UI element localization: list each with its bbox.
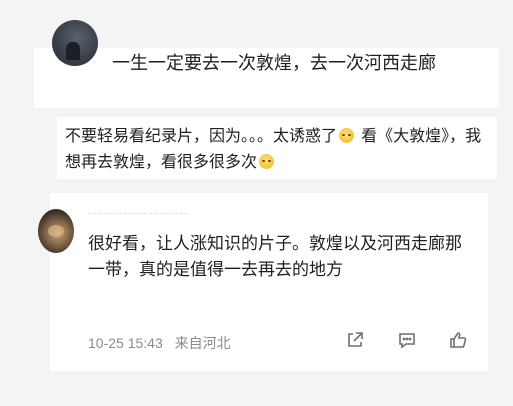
comment-card-1: 一生一定要去一次敦煌，去一次河西走廊 (34, 20, 499, 108)
sweat-smile-emoji-icon (339, 128, 355, 143)
comment-location: 来自河北 (174, 335, 231, 351)
thumbs-up-icon (450, 332, 467, 348)
sweat-smile-emoji-icon (259, 154, 275, 169)
comment-text-part1: 不要轻易看纪录片，因为。。。太诱惑了 (65, 126, 338, 145)
comment-text: 不要轻易看纪录片，因为。。。太诱惑了 看《大敦煌》，我想再去敦煌，看很多很多次 (65, 123, 490, 175)
user-avatar[interactable] (52, 20, 98, 66)
comment-meta: 10-25 15:43 来自河北 (88, 333, 239, 353)
comment-text: 很好看，让人涨知识的片子。敦煌以及河西走廊那一带，真的是值得一去再去的地方 (88, 234, 462, 280)
share-button[interactable] (345, 330, 365, 350)
comment-date: 10-25 15:43 (88, 335, 163, 351)
avatar-light (48, 225, 64, 237)
comment-button[interactable] (397, 330, 417, 350)
like-button[interactable] (448, 330, 468, 350)
comment-icon (399, 333, 415, 349)
username-placeholder (88, 213, 188, 217)
avatar-figure (66, 42, 80, 60)
comment-card-3: 很好看，让人涨知识的片子。敦煌以及河西走廊那一带，真的是值得一去再去的地方 10… (38, 193, 488, 371)
user-avatar[interactable] (38, 209, 74, 253)
share-icon (348, 332, 363, 347)
comment-text: 一生一定要去一次敦煌，去一次河西走廊 (112, 53, 436, 74)
comment-card-2: 不要轻易看纪录片，因为。。。太诱惑了 看《大敦煌》，我想再去敦煌，看很多很多次 (57, 117, 497, 179)
